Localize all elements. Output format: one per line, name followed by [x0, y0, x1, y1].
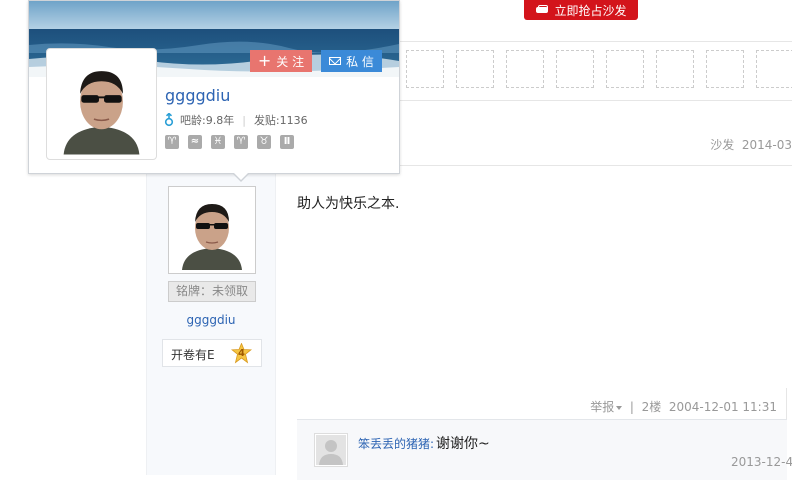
male-gender-icon: [164, 113, 174, 127]
follow-button[interactable]: + 关 注: [250, 50, 312, 72]
level-star-icon: 4: [231, 343, 252, 364]
report-link[interactable]: 举报: [590, 400, 623, 414]
popup-avatar[interactable]: [46, 48, 157, 160]
zodiac-aries-icon[interactable]: ♈: [234, 135, 248, 149]
empty-slot: [556, 50, 594, 88]
posts-label: 发贴:: [253, 114, 280, 127]
reply-text: 谢谢你~: [436, 436, 490, 452]
default-avatar-icon: [316, 435, 346, 465]
zodiac-gemini-icon[interactable]: Ⅱ: [280, 135, 294, 149]
popup-avatar-face-image: [51, 53, 152, 155]
floor-header-info: 沙发 2014-03: [710, 136, 792, 153]
follow-label: 关 注: [276, 54, 305, 69]
post-content: 助人为快乐之本.: [297, 196, 400, 212]
nameplate-badge[interactable]: 铭牌：未领取: [168, 281, 256, 302]
sofa-icon: [535, 4, 549, 16]
divider: [398, 41, 792, 42]
floor-date: 2014-03: [741, 138, 792, 152]
grab-sofa-button[interactable]: 立即抢占沙发: [524, 0, 638, 20]
zodiac-aries-icon[interactable]: ♈: [165, 135, 179, 149]
popup-user-stats: 吧龄: 9.8年 | 发贴: 1136: [164, 112, 308, 128]
plus-icon: +: [257, 51, 272, 70]
user-avatar[interactable]: [168, 186, 256, 274]
age-value: 9.8年: [205, 114, 235, 127]
posts-value: 1136: [279, 113, 308, 127]
username-link[interactable]: ggggdiu: [146, 313, 276, 327]
private-message-button[interactable]: 私 信: [321, 50, 382, 72]
zodiac-icon-row: ♈ ≈ ♓ ♈ ♉ Ⅱ: [165, 135, 303, 149]
zodiac-pisces-icon[interactable]: ♓: [211, 135, 225, 149]
empty-slot: [406, 50, 444, 88]
reply-time: 2013-12-4 0: [731, 455, 792, 469]
popup-pointer: [232, 172, 250, 182]
post-time: 2004-12-01 11:31: [668, 400, 777, 414]
reply-username[interactable]: 笨丢丢的猪猪:: [358, 435, 434, 452]
floor-number: 2楼: [641, 400, 662, 414]
avatar-face-image: [172, 190, 252, 270]
popup-username[interactable]: ggggdiu: [165, 86, 230, 105]
floor-label: 沙发: [710, 138, 735, 152]
level-number: 4: [238, 348, 245, 359]
stat-separator: |: [242, 113, 246, 127]
empty-slot: [456, 50, 494, 88]
user-title-text: 开卷有E: [171, 348, 215, 362]
empty-slot: [506, 50, 544, 88]
zodiac-aquarius-icon[interactable]: ≈: [188, 135, 202, 149]
zodiac-taurus-icon[interactable]: ♉: [257, 135, 271, 149]
message-label: 私 信: [346, 54, 374, 69]
envelope-icon: [329, 57, 342, 65]
age-label: 吧龄:: [180, 114, 206, 127]
reply-avatar[interactable]: [314, 433, 348, 467]
grab-sofa-label: 立即抢占沙发: [554, 3, 627, 18]
post-tail-bar: 举报 | 2楼 2004-12-01 11:31: [590, 400, 777, 414]
empty-slot: [656, 50, 694, 88]
empty-slot: [756, 50, 792, 88]
divider: [398, 100, 792, 101]
empty-slot: [606, 50, 644, 88]
dropdown-arrow-icon: [616, 405, 623, 410]
empty-slot: [706, 50, 744, 88]
user-title-badge[interactable]: 开卷有E 4: [162, 339, 262, 367]
